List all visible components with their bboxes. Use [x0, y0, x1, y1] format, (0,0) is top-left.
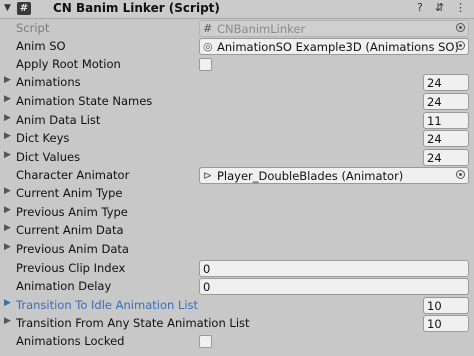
- anim-so-row: Anim SO ◎ AnimationSO Example3D (Animati…: [0, 38, 474, 56]
- expand-arrow-icon[interactable]: ▶: [4, 242, 11, 252]
- previous-anim-type-row[interactable]: ▶ Previous Anim Type: [0, 204, 474, 222]
- expand-arrow-icon[interactable]: ▶: [4, 150, 11, 160]
- dict-keys-label: Dict Keys: [16, 131, 70, 145]
- dict-keys-row[interactable]: ▶ Dict Keys 24: [0, 130, 474, 148]
- script-component-icon: #: [17, 2, 31, 15]
- more-icon[interactable]: ⋮: [455, 1, 466, 14]
- animator-icon: ⊳: [203, 169, 213, 182]
- animations-size-field[interactable]: 24: [423, 74, 469, 91]
- dict-values-size-value: 24: [427, 151, 442, 165]
- anim-so-label: Anim SO: [16, 39, 66, 53]
- animation-state-names-label: Animation State Names: [16, 94, 153, 108]
- expand-arrow-icon[interactable]: ▶: [4, 131, 11, 141]
- previous-clip-index-row: Previous Clip Index 0: [0, 260, 474, 278]
- animations-label: Animations: [16, 75, 81, 89]
- expand-arrow-icon[interactable]: ▶: [4, 94, 11, 104]
- object-picker-icon: [456, 23, 465, 32]
- previous-anim-data-label: Previous Anim Data: [16, 242, 129, 256]
- transition-to-idle-label: Transition To Idle Animation List: [16, 298, 199, 312]
- dict-keys-size-value: 24: [427, 132, 442, 146]
- expand-arrow-icon[interactable]: ▶: [4, 316, 11, 326]
- current-anim-data-row[interactable]: ▶ Current Anim Data: [0, 222, 474, 240]
- component-header: ▼ # CN Banim Linker (Script) ? ⇵ ⋮: [0, 0, 474, 19]
- script-row: Script # CNBanimLinker: [0, 20, 474, 38]
- component-title: CN Banim Linker (Script): [53, 1, 220, 15]
- dict-values-size-field[interactable]: 24: [423, 149, 469, 166]
- help-icon[interactable]: ?: [417, 1, 423, 14]
- current-anim-data-label: Current Anim Data: [16, 223, 124, 237]
- animation-state-names-row[interactable]: ▶ Animation State Names 24: [0, 93, 474, 111]
- character-animator-label: Character Animator: [16, 168, 130, 182]
- character-animator-value: Player_DoubleBlades (Animator): [217, 169, 404, 183]
- animation-delay-row: Animation Delay 0: [0, 278, 474, 296]
- anim-data-list-size-field[interactable]: 11: [423, 112, 469, 129]
- expand-arrow-icon[interactable]: ▶: [4, 113, 11, 123]
- expand-arrow-icon[interactable]: ▶: [4, 75, 11, 85]
- script-field: # CNBanimLinker: [199, 20, 469, 37]
- dict-keys-size-field[interactable]: 24: [423, 130, 469, 147]
- previous-anim-data-row[interactable]: ▶ Previous Anim Data: [0, 241, 474, 259]
- animation-state-names-size-value: 24: [427, 95, 442, 109]
- transition-to-idle-row[interactable]: ▶ Transition To Idle Animation List 10: [0, 297, 474, 315]
- expand-arrow-icon[interactable]: ▶: [4, 205, 11, 215]
- anim-data-list-row[interactable]: ▶ Anim Data List 11: [0, 112, 474, 130]
- anim-so-value: AnimationSO Example3D (Animations SO): [217, 40, 459, 54]
- transition-to-idle-size-value: 10: [427, 299, 442, 313]
- previous-clip-index-label: Previous Clip Index: [16, 261, 126, 275]
- transition-to-idle-size-field[interactable]: 10: [423, 297, 469, 314]
- animations-locked-row: Animations Locked: [0, 333, 474, 351]
- current-anim-type-row[interactable]: ▶ Current Anim Type: [0, 185, 474, 203]
- expand-arrow-icon[interactable]: ▶: [4, 298, 11, 308]
- animations-locked-checkbox[interactable]: [199, 335, 212, 348]
- apply-root-motion-checkbox[interactable]: [199, 58, 212, 71]
- transition-from-any-size-value: 10: [427, 317, 442, 331]
- apply-root-motion-label: Apply Root Motion: [16, 57, 121, 71]
- animation-delay-value: 0: [203, 280, 211, 294]
- object-picker-icon[interactable]: [456, 170, 465, 179]
- animation-delay-field[interactable]: 0: [199, 278, 469, 295]
- script-label: Script: [16, 21, 50, 35]
- character-animator-row: Character Animator ⊳ Player_DoubleBlades…: [0, 167, 474, 185]
- object-picker-icon[interactable]: [456, 41, 465, 50]
- current-anim-type-label: Current Anim Type: [16, 186, 123, 200]
- expand-arrow-icon[interactable]: ▶: [4, 186, 11, 196]
- animations-locked-label: Animations Locked: [16, 334, 125, 348]
- animations-row[interactable]: ▶ Animations 24: [0, 74, 474, 92]
- transition-from-any-label: Transition From Any State Animation List: [16, 316, 250, 330]
- script-file-icon: #: [203, 22, 213, 35]
- foldout-arrow-icon[interactable]: ▼: [4, 3, 11, 13]
- apply-root-motion-row: Apply Root Motion: [0, 56, 474, 74]
- dict-values-label: Dict Values: [16, 150, 81, 164]
- animation-delay-label: Animation Delay: [16, 279, 112, 293]
- animation-state-names-size-field[interactable]: 24: [423, 93, 469, 110]
- script-value: CNBanimLinker: [217, 22, 306, 36]
- transition-from-any-row[interactable]: ▶ Transition From Any State Animation Li…: [0, 315, 474, 333]
- previous-anim-type-label: Previous Anim Type: [16, 205, 128, 219]
- character-animator-field[interactable]: ⊳ Player_DoubleBlades (Animator): [199, 167, 469, 184]
- previous-clip-index-field[interactable]: 0: [199, 260, 469, 277]
- transition-from-any-size-field[interactable]: 10: [423, 315, 469, 332]
- anim-data-list-label: Anim Data List: [16, 113, 101, 127]
- dict-values-row[interactable]: ▶ Dict Values 24: [0, 149, 474, 167]
- scriptable-object-icon: ◎: [203, 40, 213, 53]
- previous-clip-index-value: 0: [203, 262, 211, 276]
- presets-icon[interactable]: ⇵: [435, 1, 444, 14]
- animations-size-value: 24: [427, 76, 442, 90]
- expand-arrow-icon[interactable]: ▶: [4, 223, 11, 233]
- anim-so-field[interactable]: ◎ AnimationSO Example3D (Animations SO): [199, 38, 469, 55]
- anim-data-list-size-value: 11: [427, 114, 442, 128]
